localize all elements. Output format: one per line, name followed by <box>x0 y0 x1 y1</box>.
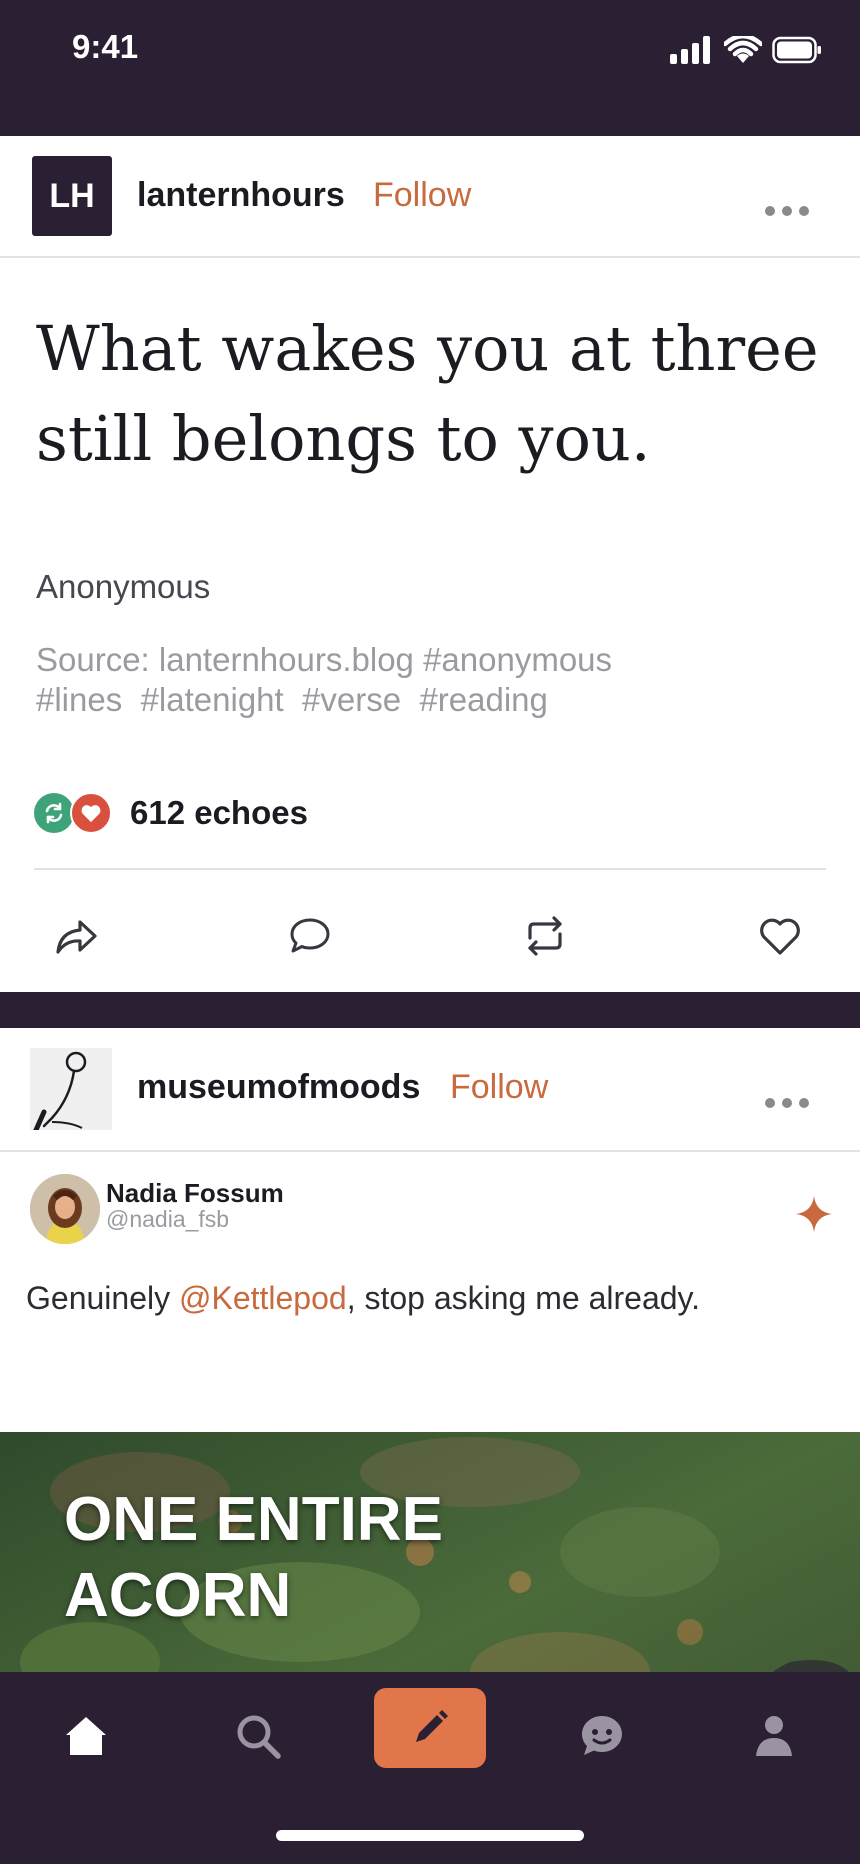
divider <box>34 868 826 870</box>
source-link[interactable]: Source: lanternhours.blog <box>36 641 414 678</box>
avatar[interactable] <box>30 1048 112 1130</box>
divider <box>0 256 860 258</box>
quote-attribution: Anonymous <box>36 568 211 605</box>
post-tags: Source: lanternhours.blog #anonymous #li… <box>36 640 836 720</box>
image-title-line: ONE ENTIRE <box>64 1485 443 1554</box>
comment-icon[interactable] <box>280 906 340 966</box>
quote-line: still belongs to you. <box>36 402 651 475</box>
notes-icons <box>34 791 114 835</box>
tweet-author-handle: @nadia_fsb <box>106 1206 230 1232</box>
quote-text: What wakes you at three still belongs to… <box>36 304 836 484</box>
notes-summary[interactable]: 612 echoes <box>34 791 308 835</box>
avatar-initials: LH <box>49 176 95 215</box>
image-title: ONE ENTIRE ACORN <box>64 1482 443 1634</box>
follow-button[interactable]: Follow <box>450 1068 548 1107</box>
status-time: 9:41 <box>72 28 139 65</box>
tag[interactable]: #verse <box>302 681 401 718</box>
tweet-text: Genuinely @Kettlepod, stop asking me alr… <box>26 1280 700 1317</box>
notes-count: 612 echoes <box>130 794 308 831</box>
reblog-badge-icon <box>34 793 74 833</box>
home-icon[interactable] <box>36 1696 136 1776</box>
battery-icon <box>772 36 822 69</box>
search-icon[interactable] <box>208 1696 308 1776</box>
profile-icon[interactable] <box>724 1696 824 1776</box>
signal-icon <box>670 36 714 69</box>
share-icon[interactable] <box>46 906 106 966</box>
embedded-tweet[interactable]: Nadia Fossum @nadia_fsb Genuinely @Kettl… <box>0 1152 860 1430</box>
post-header: LH lanternhours Follow <box>0 136 860 256</box>
post-author-username[interactable]: lanternhours <box>137 176 345 215</box>
chat-icon[interactable] <box>552 1696 652 1776</box>
more-options-icon[interactable] <box>765 206 809 216</box>
post-actions <box>0 906 860 966</box>
tag[interactable]: #latenight <box>141 681 284 718</box>
sketch-avatar-icon <box>33 1051 87 1130</box>
home-indicator[interactable] <box>276 1830 584 1841</box>
reblog-icon[interactable] <box>515 906 575 966</box>
like-badge-icon <box>70 792 112 834</box>
tweet-text-start: Genuinely <box>26 1280 179 1316</box>
quote-line: What wakes you at three <box>36 312 819 385</box>
more-options-icon[interactable] <box>765 1098 809 1108</box>
tag[interactable]: #lines <box>36 681 122 718</box>
tweet-text-end: , stop asking me already. <box>346 1280 701 1316</box>
image-title-line: ACORN <box>64 1561 292 1630</box>
compose-icon <box>416 1710 448 1742</box>
heart-icon[interactable] <box>750 906 810 966</box>
mention-link[interactable]: @Kettlepod <box>179 1280 347 1316</box>
status-icons <box>670 33 822 69</box>
post-header: museumofmoods Follow <box>0 1028 860 1148</box>
avatar[interactable]: LH <box>32 156 112 236</box>
tweet-avatar[interactable] <box>30 1174 100 1244</box>
follow-button[interactable]: Follow <box>373 176 471 215</box>
post-author-username[interactable]: museumofmoods <box>137 1068 420 1107</box>
tag[interactable]: #anonymous <box>423 641 612 678</box>
post-card: LH lanternhours Follow What wakes you at… <box>0 136 860 992</box>
compose-button[interactable] <box>374 1688 486 1768</box>
sparkle-icon <box>794 1194 834 1239</box>
tweet-author-name: Nadia Fossum <box>106 1178 284 1208</box>
status-bar: 9:41 <box>0 0 860 136</box>
tag[interactable]: #reading <box>419 681 547 718</box>
wifi-icon <box>722 33 764 69</box>
